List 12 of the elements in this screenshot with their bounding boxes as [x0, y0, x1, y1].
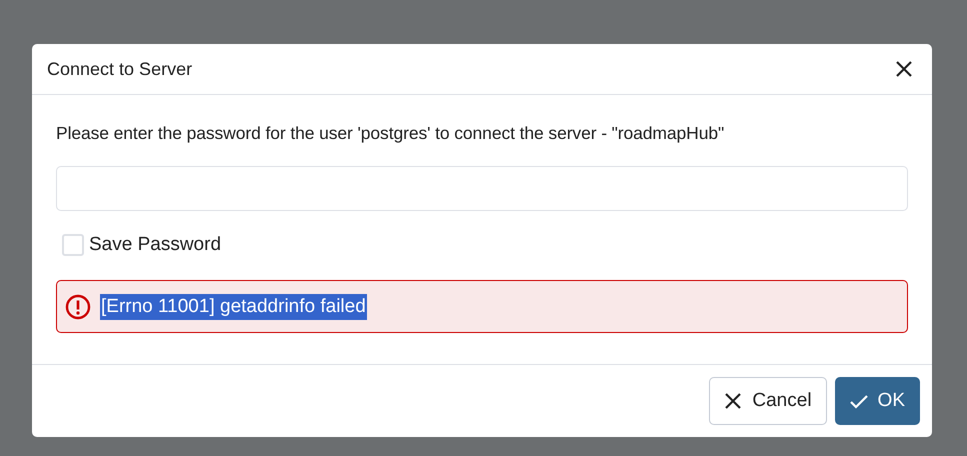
checkbox-label[interactable]: Save Password — [89, 234, 222, 256]
close-button[interactable] — [896, 61, 912, 77]
error-icon — [65, 294, 91, 320]
dialog-title: Connect to Server — [47, 58, 192, 80]
password-field[interactable] — [56, 166, 908, 211]
close-icon — [724, 392, 742, 410]
check-icon — [850, 392, 868, 410]
ok-button[interactable]: OK — [834, 377, 920, 425]
cancel-button[interactable]: Cancel — [709, 377, 827, 425]
prompt-message: Please enter the password for the user 'postgres' to connect the server - "roadmapHub" — [56, 123, 726, 144]
error-message: [Errno 11001] getaddrinfo failed — [100, 294, 367, 320]
checkbox[interactable] — [62, 234, 84, 256]
